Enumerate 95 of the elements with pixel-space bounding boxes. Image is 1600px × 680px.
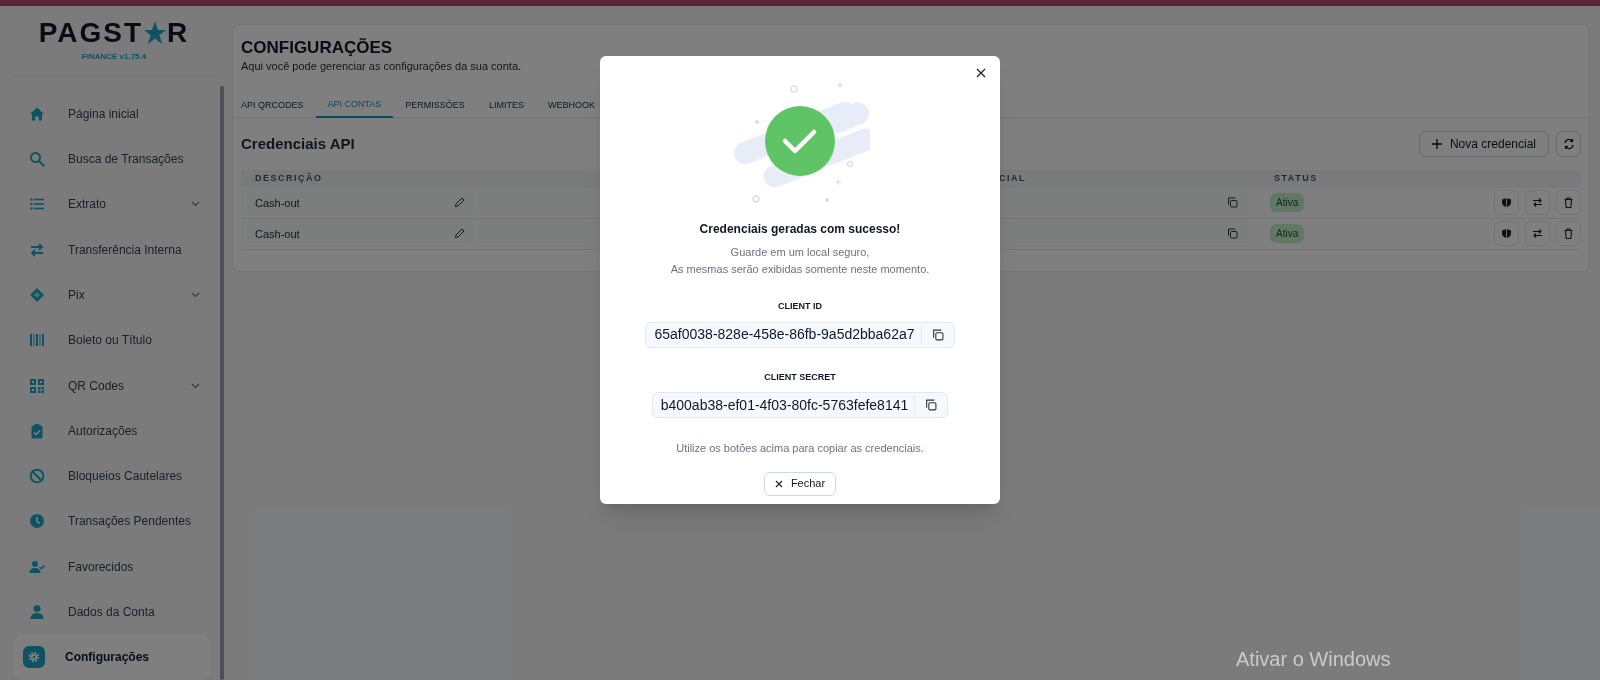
nav-item[interactable]: Boleto ou Título bbox=[14, 317, 210, 363]
nav-label: Autorizações bbox=[68, 422, 139, 440]
list-icon bbox=[29, 196, 45, 213]
user-check-icon bbox=[29, 558, 45, 575]
nav-item[interactable]: QR Codes bbox=[14, 362, 210, 409]
blocked-icon bbox=[29, 468, 45, 485]
close-icon bbox=[774, 479, 783, 488]
field-label: CLIENT ID bbox=[778, 300, 822, 313]
nav-item[interactable]: Favorecidos bbox=[14, 544, 210, 590]
credential-value: 65af0038-828e-458e-86fb-9a5d2bba62a7 bbox=[654, 325, 915, 344]
trash-icon bbox=[1563, 197, 1574, 209]
search-icon bbox=[29, 151, 45, 168]
message-text: Guarde em um local seguro, bbox=[730, 245, 870, 260]
diamond-icon bbox=[29, 286, 45, 303]
tab[interactable]: PERMISSÕES bbox=[393, 92, 477, 118]
nav-label: Configurações bbox=[65, 649, 150, 667]
pencil-icon[interactable] bbox=[454, 228, 465, 240]
logo-text: R bbox=[167, 19, 190, 48]
nav-label: Boleto ou Título bbox=[68, 332, 153, 350]
tab[interactable]: API QRCODES bbox=[233, 92, 316, 118]
description-text: Cash-out bbox=[255, 226, 300, 242]
shield-button[interactable] bbox=[1494, 190, 1519, 216]
nav-label: Bloqueios Cautelares bbox=[68, 468, 184, 486]
refresh-icon bbox=[1562, 137, 1575, 150]
nav-item[interactable]: Transações Pendentes bbox=[14, 498, 210, 545]
column-header: STATUS bbox=[1274, 173, 1318, 183]
barcode-icon bbox=[29, 332, 45, 349]
credential-field[interactable]: 65af0038-828e-458e-86fb-9a5d2bba62a7 bbox=[645, 321, 955, 348]
swap-button[interactable] bbox=[1525, 221, 1550, 247]
clipboard-check-icon bbox=[29, 422, 45, 439]
section-title: Credenciais API bbox=[241, 133, 355, 154]
nav-item[interactable]: Autorizações bbox=[14, 408, 210, 454]
status-badge: Ativa bbox=[1270, 193, 1305, 213]
scrollbar[interactable] bbox=[220, 86, 224, 680]
nav-item[interactable]: Transferência Interna bbox=[14, 227, 210, 273]
nav-label: QR Codes bbox=[68, 377, 126, 395]
swap-arrows-icon bbox=[29, 241, 45, 258]
nav-item[interactable]: Pix bbox=[14, 272, 210, 318]
column-header: DESCRIÇÃO bbox=[255, 173, 323, 183]
nav-label: Transferência Interna bbox=[68, 241, 183, 259]
status-badge: Ativa bbox=[1270, 224, 1305, 244]
activation-notice: Ativar o Windows bbox=[1236, 647, 1391, 672]
page-title: CONFIGURAÇÕES bbox=[241, 37, 394, 59]
nav-item[interactable]: Configurações bbox=[14, 634, 210, 680]
message-text: As mesmas serão exibidas somente neste momento. bbox=[670, 262, 930, 277]
clock-icon bbox=[29, 513, 45, 530]
pencil-icon[interactable] bbox=[454, 197, 465, 209]
nav-item[interactable]: Extrato bbox=[14, 181, 210, 228]
nav-item[interactable]: Bloqueios Cautelares bbox=[14, 453, 210, 499]
description-text: Cash-out bbox=[255, 195, 300, 211]
copy-icon[interactable] bbox=[931, 328, 944, 341]
close-dialog-button[interactable]: Fechar bbox=[763, 471, 837, 496]
user-icon bbox=[29, 604, 45, 621]
nav-item[interactable]: Dados da Conta bbox=[14, 589, 210, 635]
qr-code-icon bbox=[29, 377, 45, 394]
close-button[interactable] bbox=[974, 66, 988, 80]
tab[interactable]: WEBHOOK bbox=[535, 92, 597, 118]
delete-button[interactable] bbox=[1556, 190, 1581, 216]
star-icon bbox=[143, 20, 168, 47]
column-header: CIAL bbox=[999, 173, 1026, 183]
tab[interactable]: API CONTAS bbox=[315, 92, 394, 118]
version-label: FINANCE v1.75.4 bbox=[81, 51, 147, 64]
new-credential-button[interactable]: Nova credencial bbox=[1418, 130, 1549, 157]
nav-label: Página inicial bbox=[68, 105, 140, 123]
delete-button[interactable] bbox=[1556, 221, 1581, 247]
plus-icon bbox=[1431, 138, 1442, 149]
swap-button[interactable] bbox=[1525, 190, 1550, 216]
nav-label: Pix bbox=[68, 286, 86, 304]
credential-value: b400ab38-ef01-4f03-80fc-5763fefe8141 bbox=[660, 395, 909, 415]
page-subtitle: Aqui você pode gerenciar as configurações da sua conta. bbox=[241, 59, 522, 75]
copy-icon[interactable] bbox=[1227, 228, 1238, 240]
dialog-title: Credenciais geradas com sucesso! bbox=[699, 221, 901, 238]
nav-label: Favorecidos bbox=[68, 558, 135, 576]
nav-label: Busca de Transações bbox=[68, 151, 185, 169]
nav-label: Dados da Conta bbox=[68, 604, 156, 622]
field-label: CLIENT SECRET bbox=[764, 370, 836, 384]
credential-field[interactable]: b400ab38-ef01-4f03-80fc-5763fefe8141 bbox=[651, 392, 949, 418]
shield-icon bbox=[1501, 197, 1512, 209]
shield-button[interactable] bbox=[1494, 221, 1519, 247]
swap-arrows-icon bbox=[1532, 228, 1543, 240]
copy-icon[interactable] bbox=[1227, 197, 1238, 209]
swap-arrows-icon bbox=[1532, 197, 1543, 209]
nav-item[interactable]: Página inicial bbox=[14, 91, 210, 137]
nav-label: Transações Pendentes bbox=[68, 513, 192, 531]
close-icon bbox=[976, 68, 986, 78]
nav-label: Extrato bbox=[68, 196, 107, 214]
hint-text: Utilize os botões acima para copiar as credenciais. bbox=[676, 441, 924, 456]
refresh-button[interactable] bbox=[1556, 130, 1581, 157]
shield-icon bbox=[1501, 228, 1512, 240]
home-icon bbox=[29, 105, 45, 122]
logo-text: PAGST bbox=[38, 19, 144, 48]
copy-icon[interactable] bbox=[925, 399, 938, 411]
nav-item[interactable]: Busca de Transações bbox=[14, 136, 210, 182]
trash-icon bbox=[1563, 228, 1574, 240]
tab[interactable]: LIMITES bbox=[476, 92, 536, 118]
